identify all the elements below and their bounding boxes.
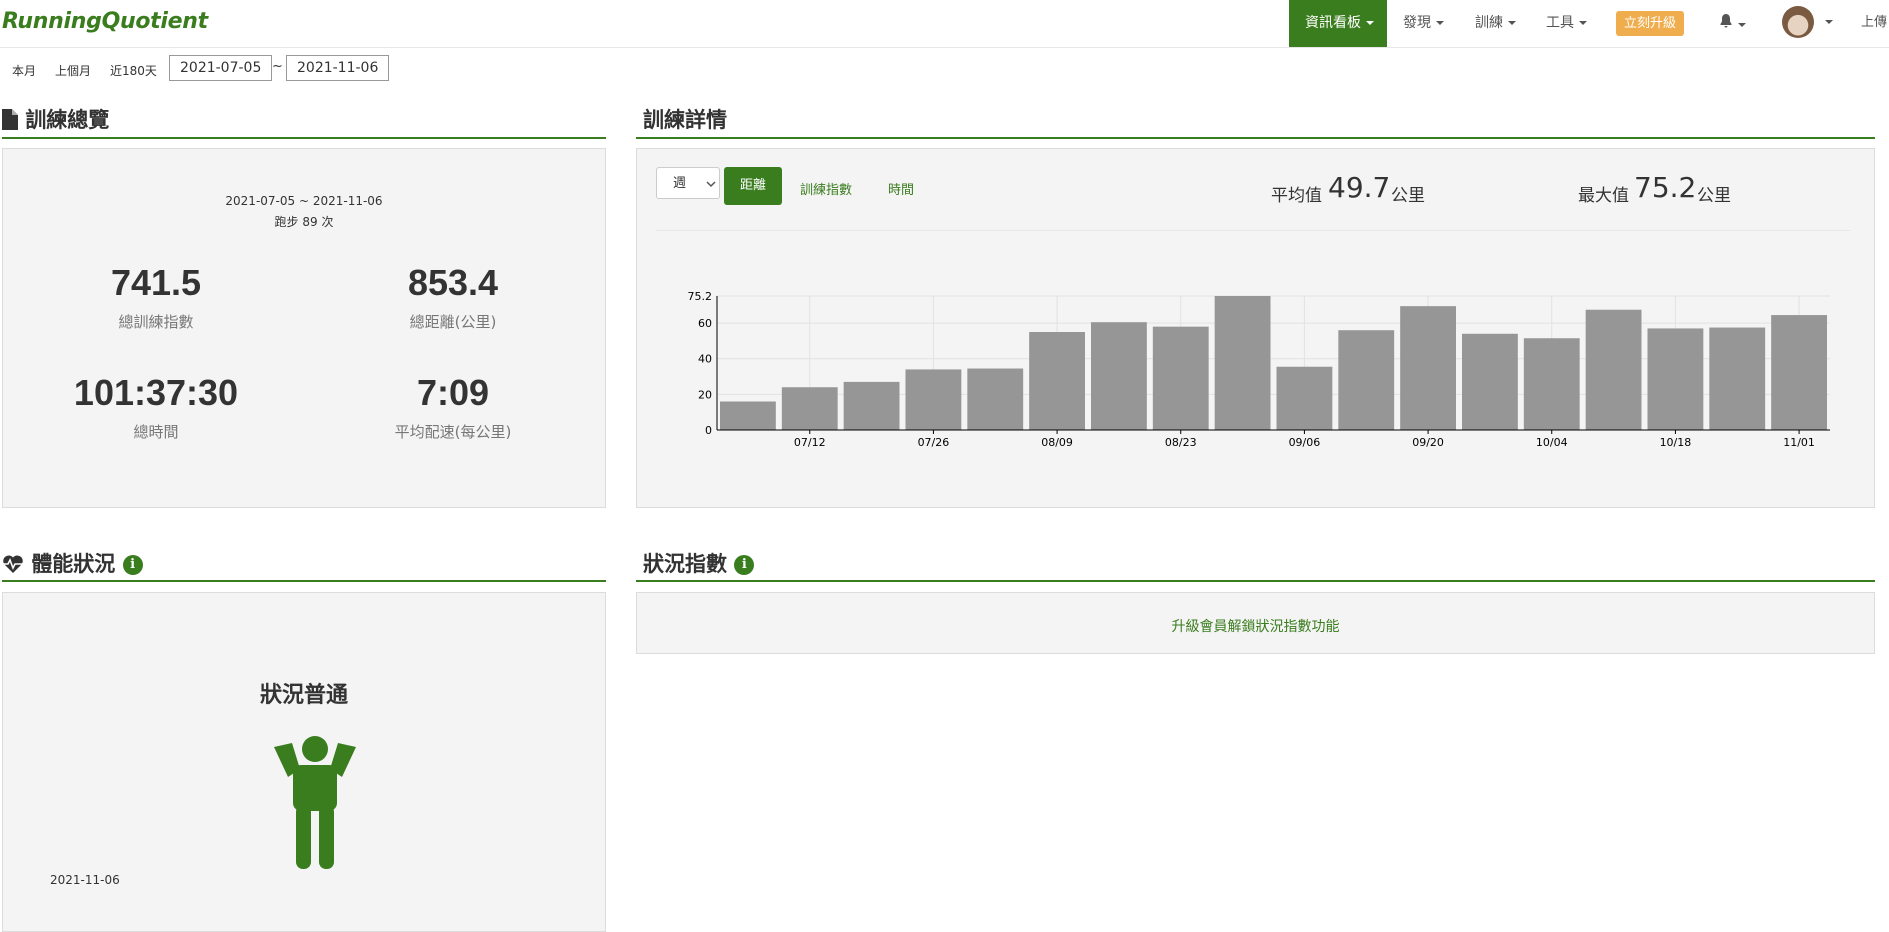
total-distance-label: 總距離(公里) [409,313,497,331]
avg-pace-value: 7:09 [416,372,490,413]
nav-tools-label: 工具 [1546,15,1574,31]
index-panel: 升級會員解鎖狀況指數功能 [636,592,1875,654]
total-distance-value: 853.4 [407,262,499,303]
details-heading: 訓練詳情 [643,108,727,132]
max-unit: 公里 [1697,186,1731,206]
end-date-input[interactable]: 2021-11-06 [286,55,390,81]
avatar[interactable] [1782,6,1814,38]
condition-heading: 體能狀況 i [2,548,143,578]
file-icon [2,109,18,130]
section-divider [636,137,1875,139]
overview-heading: 訓練總覽 [2,104,109,134]
condition-panel: 狀況普通 2021-11-06 [2,592,606,932]
avg-unit: 公里 [1391,186,1425,206]
overview-title: 訓練總覽 [25,108,110,132]
caret-down-icon [1579,21,1587,25]
total-time-label: 總時間 [133,423,179,441]
start-date-input[interactable]: 2021-07-05 [169,55,273,81]
nav-dashboard-label: 資訊看板 [1305,15,1361,31]
nav-dashboard[interactable]: 資訊看板 [1289,0,1387,47]
bell-icon [1720,14,1732,28]
nav-training[interactable]: 訓練 [1475,0,1516,47]
range-180-days[interactable]: 近180天 [110,62,157,79]
caret-down-icon [1436,21,1444,25]
unlock-index-link[interactable]: 升級會員解鎖狀況指數功能 [637,616,1874,636]
index-heading: 狀況指數 i [643,548,755,578]
details-divider [656,230,1851,231]
nav-discover[interactable]: 發現 [1403,0,1444,47]
person-icon [274,736,356,869]
tab-time[interactable]: 時間 [888,179,914,198]
condition-status: 狀況普通 [259,683,348,708]
max-value: 75.2 [1634,171,1697,204]
overview-count-text: 跑步 89 次 [274,215,334,229]
section-divider [636,580,1875,582]
max-label: 最大值 [1578,186,1629,206]
top-navbar: RunningQuotient 資訊看板 發現 訓練 工具 立刻升級 上傳 [0,0,1889,48]
chevron-down-icon [706,181,716,188]
tab-training-index[interactable]: 訓練指數 [800,179,852,198]
nav-discover-label: 發現 [1403,15,1431,31]
upgrade-button[interactable]: 立刻升級 [1616,11,1685,36]
condition-date: 2021-11-06 [50,873,120,887]
heartbeat-icon [3,555,23,573]
condition-title: 體能狀況 [31,552,116,576]
total-training-index-value: 741.5 [110,262,202,303]
nav-training-label: 訓練 [1475,15,1503,31]
brand-logo[interactable]: RunningQuotient [2,9,208,34]
caret-down-icon[interactable] [1825,20,1833,24]
section-divider [2,580,606,582]
info-icon[interactable]: i [734,555,755,575]
index-title: 狀況指數 [643,552,727,576]
avg-value: 49.7 [1328,171,1391,204]
avg-label: 平均值 [1271,186,1322,206]
section-divider [2,137,606,139]
caret-down-icon [1366,21,1374,25]
tab-distance[interactable]: 距離 [724,167,782,205]
info-icon[interactable]: i [122,555,143,575]
avg-pace-label: 平均配速(每公里) [394,423,512,441]
nav-tools[interactable]: 工具 [1546,0,1587,47]
upload-link[interactable]: 上傳 [1861,0,1887,47]
overview-panel: 2021-07-05 ~ 2021-11-06 跑步 89 次 741.5 總訓… [2,148,606,508]
total-time-value: 101:37:30 [73,372,239,413]
range-separator: ~ [272,59,283,74]
overview-range-text: 2021-07-05 ~ 2021-11-06 [225,194,383,208]
total-training-index-label: 總訓練指數 [118,313,194,331]
range-last-month[interactable]: 上個月 [55,62,91,79]
range-this-month[interactable]: 本月 [12,62,36,79]
caret-down-icon [1508,21,1516,25]
caret-down-icon [1738,22,1746,27]
notifications-menu[interactable] [1719,13,1746,33]
